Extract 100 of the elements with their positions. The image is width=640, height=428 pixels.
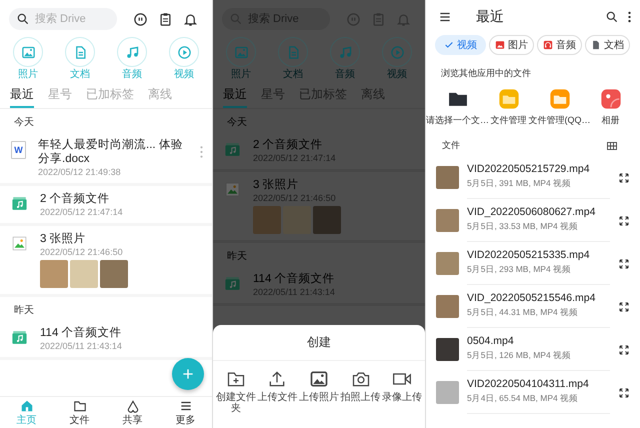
- category-label: 文档: [70, 68, 90, 81]
- app-label: 相册: [602, 114, 620, 127]
- section-heading: 昨天: [13, 304, 35, 318]
- expand-icon[interactable]: [618, 258, 630, 270]
- file-details: 5月4日, 65.54 MB, MP4 视频: [467, 393, 580, 405]
- category-label: 视频: [174, 68, 194, 81]
- add-button[interactable]: [172, 358, 204, 390]
- image-icon: [224, 181, 241, 198]
- filter-chip[interactable]: 图片: [489, 35, 534, 55]
- file-details: 5月5日, 33.53 MB, MP4 视频: [467, 221, 580, 233]
- section-heading: 今天: [226, 116, 248, 130]
- audio-folder-icon: [11, 329, 28, 346]
- music-note-icon: [338, 44, 352, 60]
- play-icon: [390, 44, 404, 60]
- create-option[interactable]: 创建文件夹: [215, 369, 257, 414]
- audio-folder-icon: [224, 275, 241, 292]
- video-thumbnail[interactable]: [436, 209, 459, 232]
- share-icon: [126, 399, 140, 413]
- clipboard-icon[interactable]: [158, 12, 173, 26]
- expand-icon[interactable]: [618, 386, 630, 398]
- category-label: 视频: [387, 68, 407, 81]
- section-heading: 昨天: [226, 250, 248, 264]
- file-name[interactable]: VID20220505215335.mp4: [467, 249, 610, 261]
- folder-app-icon[interactable]: [498, 88, 520, 110]
- audio-folder-icon: [11, 195, 28, 212]
- filter-chip[interactable]: 文档: [585, 35, 630, 55]
- item-title[interactable]: 年轻人最爱时尚潮流... 体验分享.docx: [38, 138, 187, 166]
- sheet-title: 创建: [213, 325, 425, 361]
- video-thumbnail[interactable]: [436, 381, 459, 404]
- file-name[interactable]: VID_20220506080627.mp4: [467, 206, 610, 218]
- image-icon: [20, 44, 36, 60]
- item-time: 2022/05/12 21:46:50: [40, 247, 123, 257]
- expand-icon[interactable]: [618, 214, 630, 226]
- nav-tab[interactable]: 更多: [172, 397, 200, 428]
- nav-tab[interactable]: 共享: [118, 397, 146, 428]
- app-label: 请选择一个文…: [426, 114, 489, 127]
- create-option[interactable]: 录像上传: [381, 369, 423, 414]
- nav-tab[interactable]: 文件: [66, 397, 94, 428]
- app-label: 文件管理(QQ…: [528, 114, 590, 127]
- tab[interactable]: 最近: [10, 84, 34, 108]
- video-thumbnail[interactable]: [436, 252, 459, 275]
- category-label: 音频: [335, 68, 355, 81]
- screen-title: 最近: [475, 8, 505, 26]
- folder-app-icon[interactable]: [548, 88, 570, 110]
- music-note-icon: [124, 44, 140, 60]
- category-button[interactable]: [382, 37, 412, 67]
- item-time: 2022/05/12 21:47:14: [40, 207, 123, 217]
- item-title[interactable]: 3 张照片: [40, 232, 86, 246]
- section-heading: 浏览其他应用中的文件: [440, 67, 532, 80]
- audio-folder-icon: [224, 141, 241, 158]
- check-icon: [444, 40, 454, 50]
- filter-chip[interactable]: 视频: [435, 35, 486, 55]
- more-vertical-icon[interactable]: [627, 10, 632, 24]
- create-option[interactable]: 上传文件: [256, 369, 298, 414]
- item-title[interactable]: 2 个音频文件: [40, 192, 110, 206]
- folder-icon: [72, 399, 86, 413]
- expand-icon[interactable]: [618, 344, 630, 356]
- headphones-icon: [543, 40, 553, 50]
- category-button[interactable]: [278, 37, 308, 67]
- video-thumbnail[interactable]: [436, 295, 459, 318]
- play-icon: [176, 44, 192, 60]
- expand-icon[interactable]: [618, 300, 630, 312]
- menu-icon[interactable]: [438, 10, 452, 24]
- item-time: 2022/05/12 21:49:38: [38, 167, 121, 177]
- category-button[interactable]: [226, 37, 256, 67]
- word-document-icon: W: [11, 141, 26, 159]
- clipboard-icon[interactable]: [371, 12, 386, 26]
- app-label: 文件管理: [490, 114, 526, 127]
- home-icon: [20, 399, 34, 413]
- upload-icon: [267, 369, 288, 389]
- image-icon: [11, 235, 28, 252]
- file-name[interactable]: 0504.mp4: [467, 335, 610, 347]
- grid-icon[interactable]: [606, 140, 618, 152]
- search-field[interactable]: 搜索 Drive: [9, 8, 117, 30]
- search-icon[interactable]: [605, 10, 619, 24]
- section-heading: 今天: [13, 116, 35, 130]
- category-label: 音频: [122, 68, 142, 81]
- item-title[interactable]: 114 个音频文件: [40, 326, 122, 340]
- search-icon: [16, 12, 30, 26]
- category-label: 照片: [231, 68, 251, 81]
- category-button[interactable]: [330, 37, 360, 67]
- file-name[interactable]: VID20220505215729.mp4: [467, 163, 610, 175]
- category-label: 照片: [18, 68, 38, 81]
- document-icon: [591, 40, 601, 50]
- album-app-icon[interactable]: [600, 88, 622, 110]
- file-details: 5月5日, 391 MB, MP4 视频: [467, 178, 572, 190]
- image-icon: [495, 40, 505, 50]
- video-thumbnail[interactable]: [436, 166, 459, 189]
- create-option[interactable]: 拍照上传: [340, 369, 382, 414]
- menu-icon: [178, 399, 192, 413]
- category-label: 文档: [283, 68, 303, 81]
- create-option[interactable]: 上传照片: [298, 369, 340, 414]
- file-name[interactable]: VID_20220505215546.mp4: [467, 292, 610, 304]
- expand-icon[interactable]: [618, 172, 630, 184]
- filter-chip[interactable]: 音频: [537, 35, 582, 55]
- file-name[interactable]: VID20220504104311.mp4: [467, 378, 610, 390]
- bell-icon[interactable]: [183, 12, 198, 26]
- file-details: 5月5日, 293 MB, MP4 视频: [467, 264, 572, 276]
- video-thumbnail[interactable]: [436, 338, 459, 361]
- file-details: 5月5日, 44.31 MB, MP4 视频: [467, 307, 580, 319]
